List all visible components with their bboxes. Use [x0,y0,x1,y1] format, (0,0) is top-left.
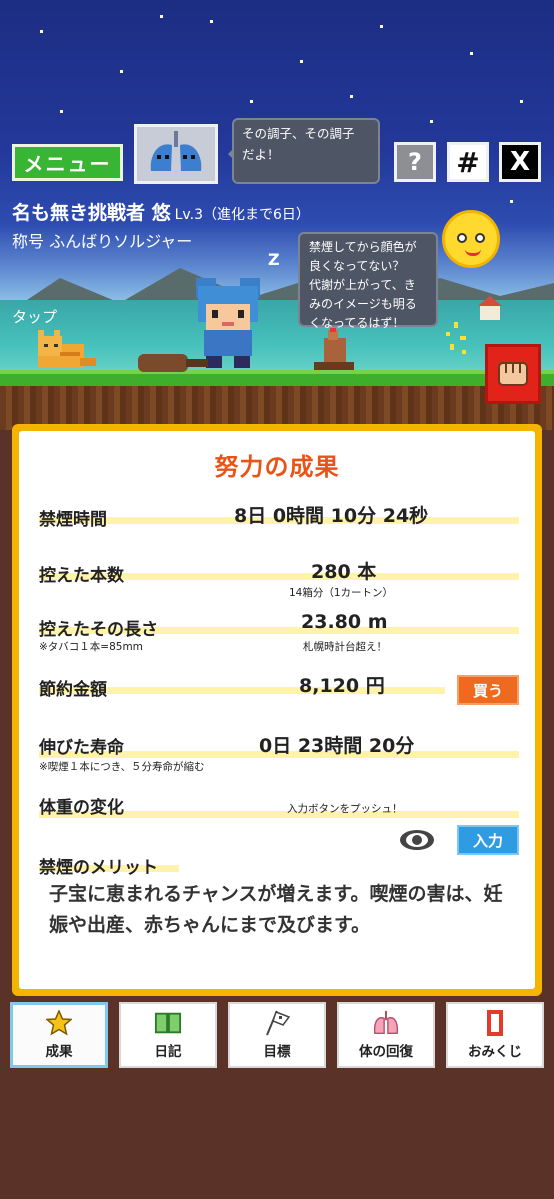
tap-hint: タップ [12,308,58,326]
player-name-text: 名も無き挑戦者 悠 [12,202,171,224]
cat-sprite[interactable] [34,330,98,372]
speech-bubble-hero: 禁煙してから顔色が 良くなってない？ 代謝が上がって、き みのイメージも明る く… [298,232,438,330]
row-label-weight-change: 体重の変化 [39,798,124,818]
star [470,52,473,55]
life-extended-note: ※喫煙１本につき、５分寿命が縮む [39,761,205,773]
speech-line: だよ！ [242,147,280,162]
weight-change-note: 入力ボタンをプッシュ！ [287,803,403,815]
buy-button[interactable]: 買う [457,675,519,705]
menu-button[interactable]: メニュー [12,144,123,181]
star [380,25,383,28]
length-value: 23.80 m [301,611,388,633]
length-sub-note: ※タバコ１本=85mm [39,641,143,653]
cigarettes-avoided-note: 14箱分（1カートン） [289,587,394,599]
smoke-free-time-value: 8日 0時間 10分 24秒 [234,505,429,527]
lungs-icon [372,1010,400,1036]
lungs-icon [150,131,202,171]
x-share-button[interactable]: X [499,142,541,182]
star [350,95,353,98]
row-label-length: 控えたその長さ [39,620,158,640]
speech-line: みのイメージも明る [309,297,417,311]
player-name: 名も無き挑戦者 悠 Lv.3（進化まで6日） [12,198,310,225]
fist-icon [498,362,528,386]
star [300,60,303,63]
speech-line: 禁煙してから顔色が [309,240,417,254]
sleep-z-icon: Z [268,250,280,269]
punch-button[interactable] [485,344,541,404]
tab-results[interactable]: 成果 [10,1002,108,1068]
star [250,100,253,103]
tab-label: 成果 [45,1044,73,1060]
moon-eye [457,233,467,243]
star [160,15,163,18]
tab-label: 目標 [263,1044,291,1060]
star [430,120,433,123]
results-panel-inner: 努力の成果 禁煙時間 8日 0時間 10分 24秒 控えた本数 280 本 14… [19,431,535,989]
input-button[interactable]: 入力 [457,825,519,855]
row-label-life-extended: 伸びた寿命 [39,738,124,758]
star [60,110,63,113]
omikuji-icon [481,1010,509,1036]
moon-mouth [465,249,481,256]
tab-label: 体の回復 [359,1044,413,1060]
hen-sprite [314,328,354,370]
speech-line: 代謝が上がって、き [309,278,416,292]
moon-eye [475,233,485,243]
star [510,200,513,203]
results-title: 努力の成果 [214,453,340,481]
star [120,70,123,73]
lungs-status-icon[interactable] [134,124,218,184]
row-label-cigarettes-avoided: 控えた本数 [39,566,124,586]
house-sprite [478,296,502,320]
book-icon [154,1010,182,1036]
tab-goal[interactable]: 目標 [228,1002,326,1068]
row-label-money-saved: 節約金額 [39,680,107,700]
speech-line: くなってるはず！ [309,316,405,330]
grass [0,370,554,386]
speech-bubble-top: その調子、その調子 だよ！ [228,118,380,184]
tab-label: 日記 [154,1044,182,1060]
speech-line: その調子、その調子 [242,126,355,141]
player-title: 称号 ふんばりソルジャー [12,232,193,251]
player-level: Lv.3（進化まで6日） [174,207,310,223]
help-button[interactable]: ? [394,142,436,182]
hashtag-button[interactable]: # [447,142,489,182]
merit-text: 子宝に恵まれるチャンスが増えます。喫煙の害は、妊娠や出産、赤ちゃんにまで及びます… [49,883,503,936]
tab-omikuji[interactable]: おみくじ [446,1002,544,1068]
sparkle-icon [446,322,466,354]
flag-icon [263,1010,291,1036]
speech-line: 良くなってない？ [309,259,405,273]
club-sprite [138,354,208,372]
life-extended-value: 0日 23時間 20分 [259,735,415,757]
star [520,100,523,103]
results-panel: 努力の成果 禁煙時間 8日 0時間 10分 24秒 控えた本数 280 本 14… [12,424,542,996]
moon-icon[interactable] [442,210,500,268]
merit-label: 禁煙のメリット [39,858,158,878]
cigarettes-avoided-value: 280 本 [311,561,377,583]
length-note: 札幌時計台超え！ [303,641,387,653]
star [40,30,43,33]
eye-icon[interactable] [399,829,435,851]
star-icon [45,1010,73,1036]
row-label-smoke-free-time: 禁煙時間 [39,510,107,530]
tab-body-recovery[interactable]: 体の回復 [337,1002,435,1068]
tab-label: おみくじ [468,1044,522,1060]
money-saved-value: 8,120 円 [299,675,385,697]
star [210,20,213,23]
tab-diary[interactable]: 日記 [119,1002,217,1068]
